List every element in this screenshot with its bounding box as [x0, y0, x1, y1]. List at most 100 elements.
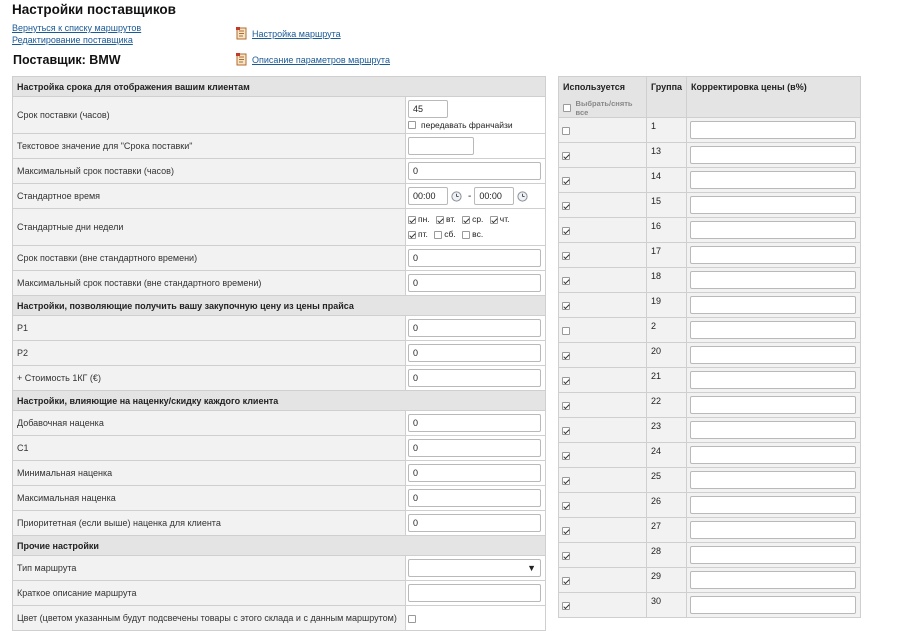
- price-adjust-input[interactable]: [690, 396, 857, 414]
- text-term-input[interactable]: [408, 137, 474, 155]
- max-term-nonstd-input[interactable]: 0: [408, 274, 541, 292]
- day-checkbox[interactable]: [408, 215, 416, 224]
- group-used-checkbox[interactable]: [562, 201, 570, 210]
- min-markup-input[interactable]: 0: [408, 464, 541, 482]
- price-adjust-input[interactable]: [690, 346, 857, 364]
- group-used-checkbox[interactable]: [562, 251, 570, 260]
- group-used-checkbox[interactable]: [562, 401, 570, 410]
- group-used-checkbox[interactable]: [562, 376, 570, 385]
- price-adjust-input[interactable]: [690, 521, 857, 539]
- price-adjust-input[interactable]: [690, 371, 857, 389]
- price-adjust-input[interactable]: [690, 546, 857, 564]
- route-params-link[interactable]: Описание параметров маршрута: [252, 55, 390, 65]
- short-desc-input[interactable]: [408, 584, 541, 602]
- c1-input[interactable]: 0: [408, 439, 541, 457]
- group-number: 27: [645, 517, 688, 543]
- group-used-checkbox[interactable]: [562, 351, 570, 360]
- group-used-checkbox[interactable]: [562, 151, 570, 160]
- route-type-select[interactable]: ▼: [408, 559, 541, 577]
- day-label: чт.: [499, 214, 510, 224]
- std-days-label: Стандартные дни недели: [12, 208, 406, 246]
- settings-row: Приоритетная (если выше) наценка для кли…: [12, 510, 546, 536]
- std-time-from-input[interactable]: 00:00: [408, 187, 448, 205]
- max-markup-input[interactable]: 0: [408, 489, 541, 507]
- group-used-checkbox[interactable]: [562, 576, 570, 585]
- group-used-checkbox[interactable]: [562, 301, 570, 310]
- max-term-input[interactable]: 0: [408, 162, 541, 180]
- group-used-checkbox[interactable]: [562, 601, 570, 610]
- price-adjust-input[interactable]: [690, 421, 857, 439]
- color-checkbox[interactable]: [408, 614, 416, 623]
- day-checkbox[interactable]: [436, 215, 445, 224]
- route-type-label: Тип маршрута: [12, 555, 406, 581]
- group-used-checkbox[interactable]: [562, 551, 570, 560]
- price-adjust-input[interactable]: [690, 446, 857, 464]
- clock-icon[interactable]: [517, 190, 528, 202]
- p2-input[interactable]: 0: [408, 344, 541, 362]
- day-label: вс.: [472, 229, 484, 239]
- groups-header-row: Используется Выбрать/снять все Группа Ко…: [558, 76, 861, 118]
- price-adjust-input[interactable]: [690, 246, 857, 264]
- group-used-checkbox[interactable]: [562, 126, 570, 135]
- section-header: Прочие настройки: [12, 535, 546, 556]
- std-time-to-input[interactable]: 00:00: [474, 187, 515, 205]
- settings-row: + Стоимость 1КГ (€) 0: [12, 365, 546, 391]
- day-label: ср.: [472, 214, 484, 224]
- group-used-checkbox[interactable]: [562, 426, 570, 435]
- max-term-nonstd-label: Максимальный срок поставки (вне стандарт…: [12, 270, 406, 296]
- kg-cost-input[interactable]: 0: [408, 369, 541, 387]
- day-checkbox[interactable]: [408, 230, 416, 239]
- group-used-checkbox[interactable]: [562, 326, 570, 335]
- day-checkbox[interactable]: [434, 230, 443, 239]
- price-adjust-input[interactable]: [690, 271, 857, 289]
- route-params-link-group[interactable]: Описание параметров маршрута: [236, 53, 390, 66]
- back-to-routes-link[interactable]: Вернуться к списку маршрутов: [12, 23, 141, 33]
- p1-input[interactable]: 0: [408, 319, 541, 337]
- price-adjust-input[interactable]: [690, 196, 857, 214]
- day-checkbox[interactable]: [489, 215, 498, 224]
- price-adjust-input[interactable]: [690, 571, 857, 589]
- edit-supplier-link[interactable]: Редактирование поставщика: [12, 35, 133, 45]
- delivery-term-input[interactable]: 45: [408, 100, 448, 118]
- group-used-checkbox[interactable]: [562, 476, 570, 485]
- time-separator: -: [468, 190, 472, 202]
- franchise-checkbox[interactable]: [408, 121, 416, 129]
- group-used-checkbox[interactable]: [562, 501, 570, 510]
- group-number: 15: [645, 192, 688, 218]
- group-number: 13: [645, 142, 688, 168]
- settings-row: Максимальный срок поставки (вне стандарт…: [12, 270, 546, 296]
- day-checkbox[interactable]: [462, 230, 471, 239]
- add-markup-input[interactable]: 0: [408, 414, 541, 432]
- day-label: сб.: [444, 229, 456, 239]
- franchise-label: передавать франчайзи: [421, 120, 513, 130]
- price-adjust-input[interactable]: [690, 296, 857, 314]
- section-delivery-title: Настройка срока для отображения вашим кл…: [12, 76, 546, 97]
- group-number: 28: [645, 542, 688, 568]
- select-all-checkbox[interactable]: [563, 104, 571, 112]
- group-used-checkbox[interactable]: [562, 451, 570, 460]
- group-number: 14: [645, 167, 688, 193]
- price-adjust-input[interactable]: [690, 471, 857, 489]
- group-number: 25: [645, 467, 688, 493]
- group-used-checkbox[interactable]: [562, 176, 570, 185]
- price-adjust-input[interactable]: [690, 496, 857, 514]
- price-adjust-input[interactable]: [690, 321, 857, 339]
- clock-icon[interactable]: [451, 190, 462, 202]
- route-settings-link-group[interactable]: Настройка маршрута: [236, 27, 341, 40]
- p2-label: P2: [12, 340, 406, 366]
- route-settings-link[interactable]: Настройка маршрута: [252, 29, 341, 39]
- group-used-checkbox[interactable]: [562, 526, 570, 535]
- triangle-down-icon: ▼: [527, 563, 536, 573]
- group-row: 28: [558, 542, 861, 568]
- price-adjust-input[interactable]: [690, 171, 857, 189]
- price-adjust-input[interactable]: [690, 121, 857, 139]
- price-adjust-input[interactable]: [690, 221, 857, 239]
- price-adjust-input[interactable]: [690, 146, 857, 164]
- group-row: 26: [558, 492, 861, 518]
- priority-markup-input[interactable]: 0: [408, 514, 541, 532]
- day-checkbox[interactable]: [462, 215, 471, 224]
- group-used-checkbox[interactable]: [562, 276, 570, 285]
- term-nonstd-input[interactable]: 0: [408, 249, 541, 267]
- group-used-checkbox[interactable]: [562, 226, 570, 235]
- price-adjust-input[interactable]: [690, 596, 857, 614]
